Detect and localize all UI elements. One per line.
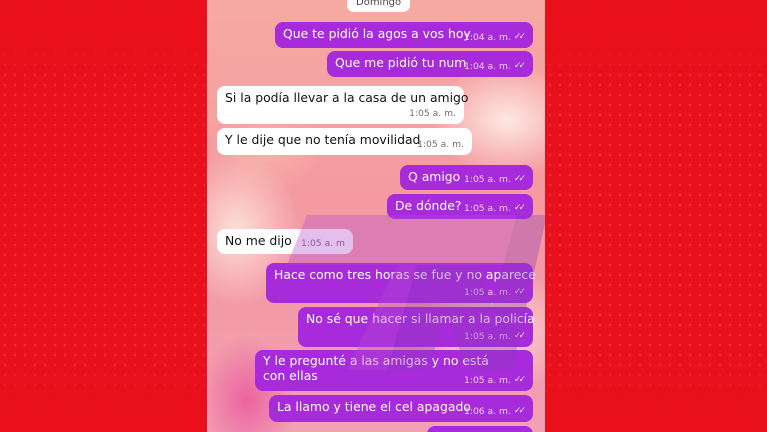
message-time: 1:05 a. m.	[464, 203, 511, 214]
message-text: No sé que hacer si llamar a la policía	[306, 311, 535, 326]
background-dot-pattern-left	[0, 0, 205, 432]
read-ticks-icon: ✓✓	[513, 32, 526, 42]
outgoing-message[interactable]: La llamo y tiene el cel apagado 1:06 a. …	[269, 395, 533, 422]
message-time: 1:06 a. m.	[464, 406, 511, 417]
incoming-message[interactable]: No me dijo 1:05 a. m	[217, 229, 353, 254]
read-ticks-icon: ✓✓	[513, 331, 526, 341]
incoming-message[interactable]: Y le dije que no tenía movilidad 1:05 a.…	[217, 128, 472, 155]
message-time: 1:05 a. m.	[409, 108, 456, 119]
outgoing-message[interactable]: Q amigo 1:05 a. m. ✓✓	[400, 165, 533, 190]
outgoing-message[interactable]: No sé que hacer si llamar a la policía 1…	[298, 307, 535, 347]
message-time: 1:04 a. m.	[464, 61, 511, 72]
message-time: 1:05 a. m.	[464, 331, 511, 342]
message-time: 1:04 a. m.	[464, 32, 511, 43]
outgoing-message-partial	[427, 426, 533, 432]
outgoing-message[interactable]: Que te pidió la agos a vos hoy 1:04 a. m…	[275, 22, 533, 48]
outgoing-message[interactable]: Y le pregunté a las amigas y no está con…	[255, 350, 533, 391]
outgoing-message[interactable]: Hace como tres horas se fue y no aparece…	[266, 263, 536, 303]
message-time: 1:05 a. m	[301, 238, 345, 249]
message-text: Si la podía llevar a la casa de un amigo	[225, 90, 469, 105]
read-ticks-icon: ✓✓	[513, 375, 526, 385]
incoming-message[interactable]: Si la podía llevar a la casa de un amigo…	[217, 86, 469, 124]
outgoing-message[interactable]: De dónde? 1:05 a. m. ✓✓	[387, 194, 533, 219]
background-dot-pattern-right	[545, 0, 767, 432]
date-separator: Domingo	[347, 0, 411, 12]
read-ticks-icon: ✓✓	[513, 174, 526, 184]
message-time: 1:05 a. m.	[464, 287, 511, 298]
message-text: Hace como tres horas se fue y no aparece	[274, 267, 536, 282]
read-ticks-icon: ✓✓	[513, 287, 526, 297]
read-ticks-icon: ✓✓	[513, 61, 526, 71]
chat-screen: Domingo Que te pidió la agos a vos hoy 1…	[207, 0, 545, 432]
message-time: 1:05 a. m.	[464, 174, 511, 185]
read-ticks-icon: ✓✓	[513, 203, 526, 213]
message-time: 1:05 a. m.	[464, 375, 511, 386]
outgoing-message[interactable]: Que me pidió tu num 1:04 a. m. ✓✓	[327, 51, 533, 77]
message-time: 1:05 a. m.	[417, 139, 464, 150]
read-ticks-icon: ✓✓	[513, 406, 526, 416]
